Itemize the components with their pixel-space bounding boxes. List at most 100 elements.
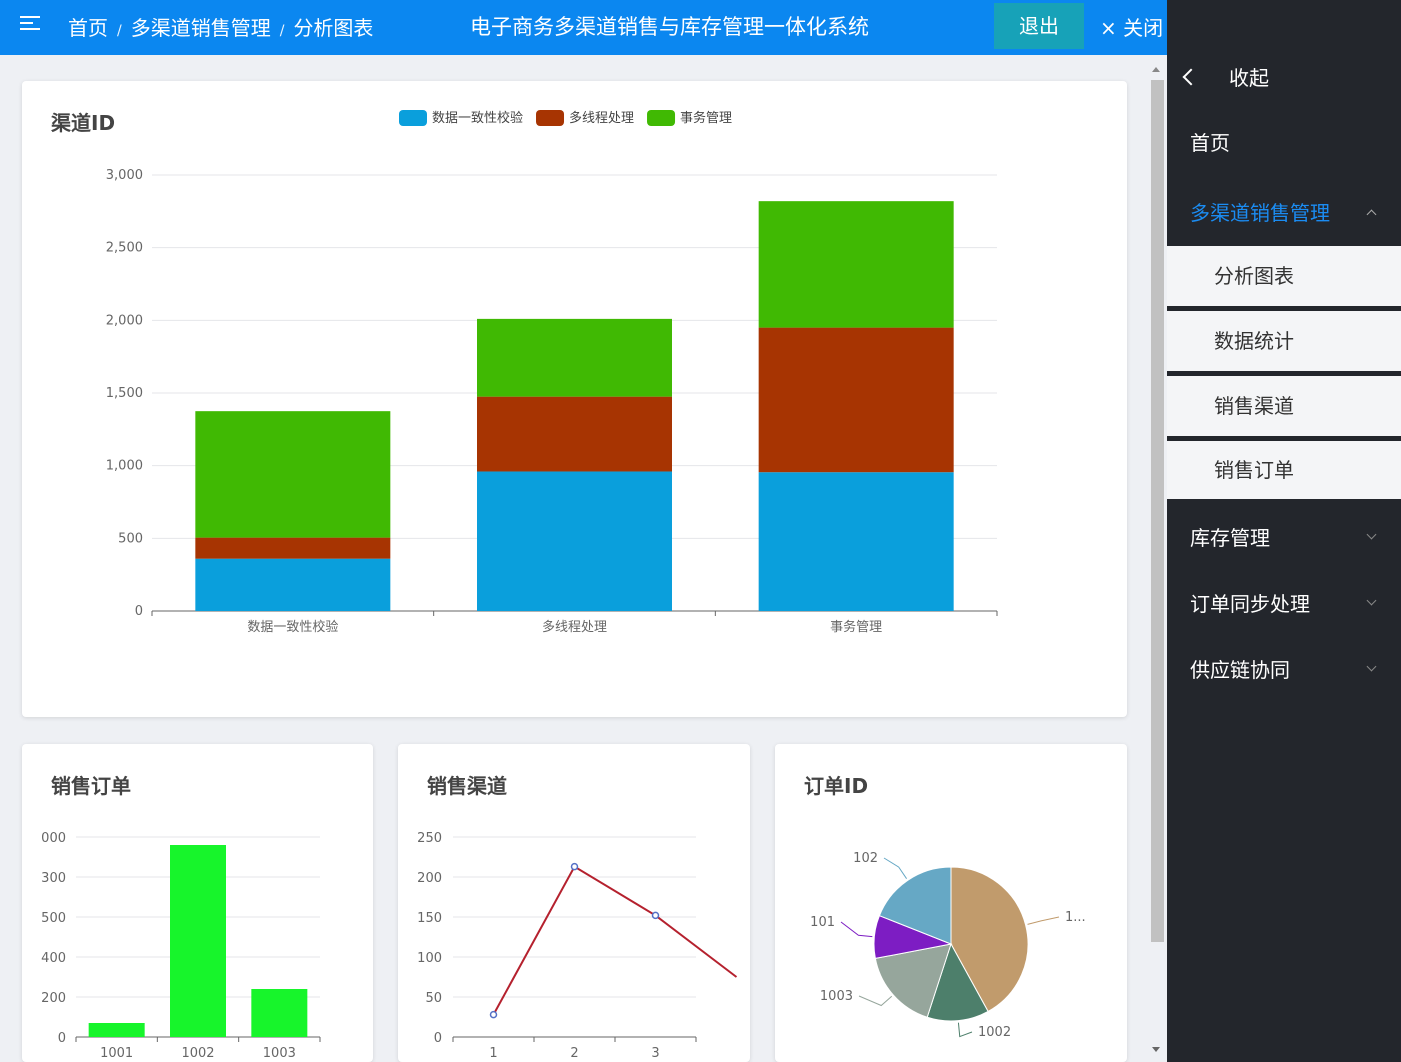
x-tick-label: 1001 bbox=[100, 1046, 133, 1061]
pie-label-line bbox=[1027, 916, 1060, 925]
breadcrumb-separator: / bbox=[117, 23, 122, 39]
orders-bar-chart: 0 200 400 500 300 000 1001 1002 1003 bbox=[41, 831, 321, 1061]
y-tick-label: 200 bbox=[417, 871, 442, 886]
chevron-down-icon bbox=[1366, 661, 1377, 672]
y-tick-label: 50 bbox=[425, 991, 442, 1006]
breadcrumb: 首页 / 多渠道销售管理 / 分析图表 bbox=[68, 12, 373, 41]
sidebar-item-label: 首页 bbox=[1190, 131, 1230, 155]
bar-segment bbox=[195, 537, 391, 559]
stacked-bar-chart: 05001,0001,5002,0002,5003,000数据一致性校验 多线程处… bbox=[106, 110, 998, 635]
pie-label: 102 bbox=[853, 851, 878, 866]
bar-segment bbox=[477, 471, 672, 611]
pie-label: 1003 bbox=[820, 989, 853, 1004]
pie-label-line bbox=[840, 921, 873, 938]
legend-swatch bbox=[647, 110, 676, 126]
orders-card: 销售订单 0 200 400 500 300 000 1001 1002 1003 bbox=[22, 744, 373, 1062]
x-tick-label: 3 bbox=[651, 1046, 659, 1061]
sidebar-item-supply-chain[interactable]: 供应链协同 bbox=[1167, 640, 1401, 700]
y-tick-label: 0 bbox=[434, 1031, 442, 1046]
orderid-pie-chart: 1... 1002 1003 101 102 bbox=[810, 851, 1086, 1040]
scroll-down-icon[interactable] bbox=[1152, 1047, 1160, 1052]
y-tick-label: 500 bbox=[41, 911, 66, 926]
channels-card: 销售渠道 0 50 100 150 200 250 1 2 3 bbox=[398, 744, 750, 1062]
sidebar-item-label: 库存管理 bbox=[1190, 526, 1270, 550]
legend-label: 多线程处理 bbox=[569, 110, 634, 126]
x-tick-label: 1 bbox=[489, 1046, 497, 1061]
x-tick-label: 多线程处理 bbox=[542, 619, 607, 635]
sidebar-item-home[interactable]: 首页 bbox=[1167, 113, 1401, 173]
bar bbox=[88, 1023, 145, 1037]
chevron-up-icon bbox=[1366, 209, 1377, 220]
sidebar: 收起 首页 多渠道销售管理 分析图表 数据统计 销售渠道 销售订单 库存管理 订… bbox=[1167, 0, 1401, 1062]
y-tick-label: 1,000 bbox=[106, 459, 143, 474]
sidebar-subitem-analysis[interactable]: 分析图表 bbox=[1167, 246, 1401, 306]
y-tick-label: 500 bbox=[118, 531, 143, 546]
sidebar-item-order-sync[interactable]: 订单同步处理 bbox=[1167, 574, 1401, 634]
pie-label: 1... bbox=[1065, 910, 1086, 925]
y-tick-label: 000 bbox=[41, 831, 66, 846]
collapse-label: 收起 bbox=[1229, 66, 1269, 90]
x-tick-label: 事务管理 bbox=[830, 619, 882, 635]
y-tick-label: 0 bbox=[135, 604, 143, 619]
bar-segment bbox=[195, 411, 391, 538]
bar-segment bbox=[195, 558, 391, 611]
sidebar-subitem-label: 销售订单 bbox=[1214, 458, 1294, 482]
x-tick-label: 1002 bbox=[181, 1046, 214, 1061]
sidebar-item-label: 多渠道销售管理 bbox=[1190, 201, 1330, 225]
x-tick-label: 1003 bbox=[263, 1046, 296, 1061]
legend-label: 数据一致性校验 bbox=[432, 110, 523, 126]
x-tick-label: 2 bbox=[570, 1046, 578, 1061]
data-point bbox=[651, 911, 660, 920]
legend-swatch bbox=[536, 110, 565, 126]
pie-label-line bbox=[858, 995, 893, 1007]
sidebar-subitem-channels[interactable]: 销售渠道 bbox=[1167, 371, 1401, 436]
legend-label: 事务管理 bbox=[680, 110, 732, 126]
bar-segment bbox=[758, 327, 954, 473]
page-scrollbar[interactable] bbox=[1148, 62, 1164, 1057]
x-tick-label: 数据一致性校验 bbox=[247, 619, 338, 635]
sidebar-subitem-label: 销售渠道 bbox=[1214, 394, 1294, 418]
sidebar-item-inventory[interactable]: 库存管理 bbox=[1167, 508, 1401, 568]
y-tick-label: 2,500 bbox=[106, 241, 143, 256]
top-bar: 首页 / 多渠道销售管理 / 分析图表 电子商务多渠道销售与库存管理一体化系统 退出 ×… bbox=[0, 0, 1167, 55]
y-tick-label: 200 bbox=[41, 991, 66, 1006]
chevron-down-icon bbox=[1366, 595, 1377, 606]
system-title: 电子商务多渠道销售与库存管理一体化系统 bbox=[470, 15, 869, 39]
sidebar-subitem-label: 数据统计 bbox=[1214, 329, 1294, 353]
bar-segment bbox=[758, 472, 954, 611]
scroll-thumb[interactable] bbox=[1151, 80, 1164, 942]
pie-label-line bbox=[957, 1022, 973, 1038]
chevron-down-icon bbox=[1366, 529, 1377, 540]
menu-fold-icon[interactable] bbox=[20, 16, 40, 36]
bar bbox=[170, 845, 226, 1037]
sidebar-subitem-orders[interactable]: 销售订单 bbox=[1167, 436, 1401, 499]
close-button[interactable]: × 关闭 bbox=[1100, 12, 1167, 41]
y-tick-label: 150 bbox=[417, 911, 442, 926]
chevron-left-icon bbox=[1182, 68, 1200, 86]
bar bbox=[251, 989, 308, 1037]
y-tick-label: 3,000 bbox=[106, 168, 143, 183]
sidebar-item-label: 订单同步处理 bbox=[1190, 592, 1310, 616]
breadcrumb-multichannel[interactable]: 多渠道销售管理 bbox=[131, 12, 271, 41]
bar-segment bbox=[758, 201, 954, 328]
sidebar-item-multichannel[interactable]: 多渠道销售管理 bbox=[1167, 183, 1401, 243]
logout-button[interactable]: 退出 bbox=[994, 3, 1084, 49]
orderid-card: 订单ID 1... 1002 1003 101 102 bbox=[775, 744, 1127, 1062]
sidebar-subitem-label: 分析图表 bbox=[1214, 264, 1294, 288]
bar-segment bbox=[477, 318, 672, 397]
breadcrumb-current: 分析图表 bbox=[293, 16, 374, 40]
legend-swatch bbox=[399, 110, 427, 126]
y-tick-label: 250 bbox=[417, 831, 442, 846]
channels-line-chart: 0 50 100 150 200 250 1 2 3 bbox=[417, 831, 738, 1061]
y-tick-label: 100 bbox=[417, 951, 442, 966]
bar-segment bbox=[477, 396, 672, 472]
y-tick-label: 1,500 bbox=[106, 386, 143, 401]
y-tick-label: 400 bbox=[41, 951, 66, 966]
breadcrumb-separator: / bbox=[279, 23, 285, 39]
sidebar-item-label: 供应链协同 bbox=[1190, 658, 1290, 682]
sidebar-subitem-statistics[interactable]: 数据统计 bbox=[1167, 306, 1401, 371]
pie-label: 101 bbox=[810, 915, 835, 930]
sidebar-collapse-button[interactable]: 收起 bbox=[1182, 62, 1269, 91]
breadcrumb-home[interactable]: 首页 bbox=[68, 12, 108, 41]
scroll-up-icon[interactable] bbox=[1152, 67, 1160, 72]
